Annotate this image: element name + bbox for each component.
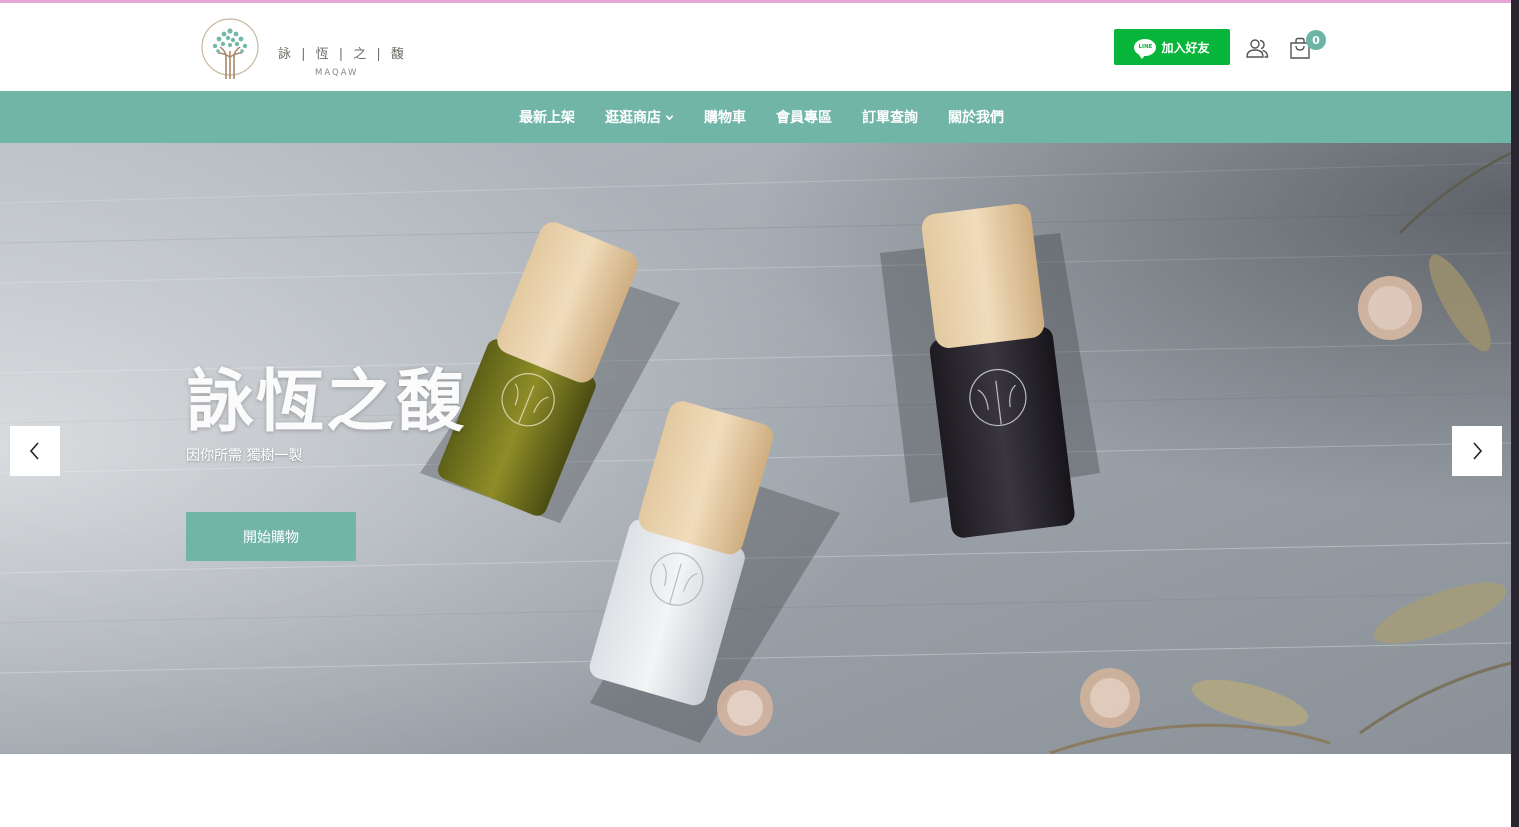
line-add-friend-label: 加入好友 [1161,40,1210,55]
line-icon: LINE [1134,38,1157,59]
nav-item-member[interactable]: 會員專區 [776,107,832,127]
site-logo[interactable]: 詠 | 恆 | 之 | 馥 MAQAW [198,17,404,81]
user-icon[interactable] [1245,38,1269,58]
nav-item-new-arrivals[interactable]: 最新上架 [519,107,575,127]
brand-name: 詠 | 恆 | 之 | 馥 [278,47,407,62]
start-shopping-button[interactable]: 開始購物 [186,512,356,561]
chevron-left-icon [29,442,39,460]
hero-title: 詠恆之馥 [186,362,467,442]
window-edge [1511,0,1519,827]
main-nav: 最新上架 逛逛商店 購物車 會員專區 訂單查詢 關於我們 [0,91,1511,143]
nav-item-about[interactable]: 關於我們 [948,107,1004,127]
cart-count-badge[interactable]: 0 [1306,30,1326,50]
nav-item-shop[interactable]: 逛逛商店 [605,107,674,127]
slider-prev-button[interactable] [10,426,60,476]
tree-logo-icon [201,18,259,79]
nav-item-cart[interactable]: 購物車 [704,107,746,127]
nav-item-order-lookup[interactable]: 訂單查詢 [862,107,918,127]
line-add-friend-button[interactable]: LINE 加入好友 [1114,29,1230,65]
site-header: 詠 | 恆 | 之 | 馥 MAQAW LINE 加入好友 0 [0,3,1511,91]
slider-next-button[interactable] [1452,426,1502,476]
chevron-right-icon [1473,442,1483,460]
hero-banner: 詠恆之馥 因你所需 獨樹一製 開始購物 [0,143,1511,754]
page: 詠 | 恆 | 之 | 馥 MAQAW LINE 加入好友 0 最新上架 逛逛商… [0,0,1511,827]
chevron-down-icon [665,114,674,120]
hero-subtitle: 因你所需 獨樹一製 [186,448,303,464]
brand-subname: MAQAW [315,68,359,78]
